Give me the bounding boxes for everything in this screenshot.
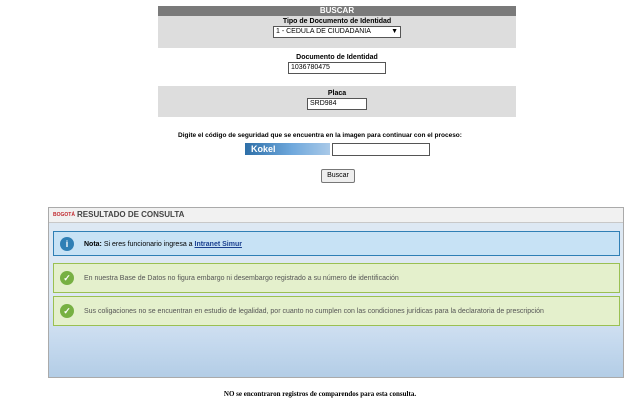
check-circle-icon: ✓ (60, 304, 74, 318)
bogota-logo: BOGOTÁ (53, 212, 75, 218)
search-form: BUSCAR Tipo de Documento de Identidad 1 … (158, 6, 516, 117)
plate-row: Placa SRD984 (158, 86, 516, 117)
chevron-down-icon: ▼ (391, 28, 398, 35)
no-records-note: NO se encontraron registros de comparend… (223, 390, 417, 398)
captcha-input[interactable] (332, 143, 430, 156)
result-title: RESULTADO DE CONSULTA (77, 210, 185, 219)
check-circle-icon: ✓ (60, 271, 74, 285)
search-header: BUSCAR (158, 6, 516, 16)
prescription-message: ✓ Sus coligaciones no se encuentran en e… (53, 296, 620, 326)
intranet-simur-link[interactable]: Intranet Simur (195, 241, 242, 248)
info-body: Si eres funcionario ingresa a (101, 241, 195, 248)
info-text: Nota: Si eres funcionario ingresa a Intr… (84, 241, 242, 248)
doc-number-label: Documento de Identidad (296, 54, 378, 61)
info-icon: i (60, 237, 74, 251)
plate-label: Placa (327, 90, 347, 97)
result-title-bar: BOGOTÁ RESULTADO DE CONSULTA (49, 208, 623, 223)
embargo-text: En nuestra Base de Datos no figura embar… (84, 275, 399, 282)
info-message: i Nota: Si eres funcionario ingresa a In… (53, 231, 620, 256)
embargo-message: ✓ En nuestra Base de Datos no figura emb… (53, 263, 620, 293)
prescription-text: Sus coligaciones no se encuentran en est… (84, 308, 544, 315)
captcha-label: Digite el código de seguridad que se enc… (178, 132, 462, 139)
doc-number-input[interactable]: 1036780475 (288, 62, 386, 74)
result-panel: BOGOTÁ RESULTADO DE CONSULTA i Nota: Si … (48, 207, 624, 378)
search-button[interactable]: Buscar (321, 169, 355, 183)
doc-type-label: Tipo de Documento de Identidad (282, 18, 392, 25)
info-prefix: Nota: (84, 241, 102, 248)
doc-type-value: 1 - CEDULA DE CIUDADANIA (276, 28, 371, 35)
doc-number-row: Documento de Identidad 1036780475 (158, 48, 516, 86)
plate-input[interactable]: SRD984 (307, 98, 367, 110)
doc-type-row: Tipo de Documento de Identidad 1 - CEDUL… (158, 16, 516, 48)
captcha-image: Kokel (245, 143, 330, 155)
doc-type-select[interactable]: 1 - CEDULA DE CIUDADANIA ▼ (273, 26, 401, 38)
